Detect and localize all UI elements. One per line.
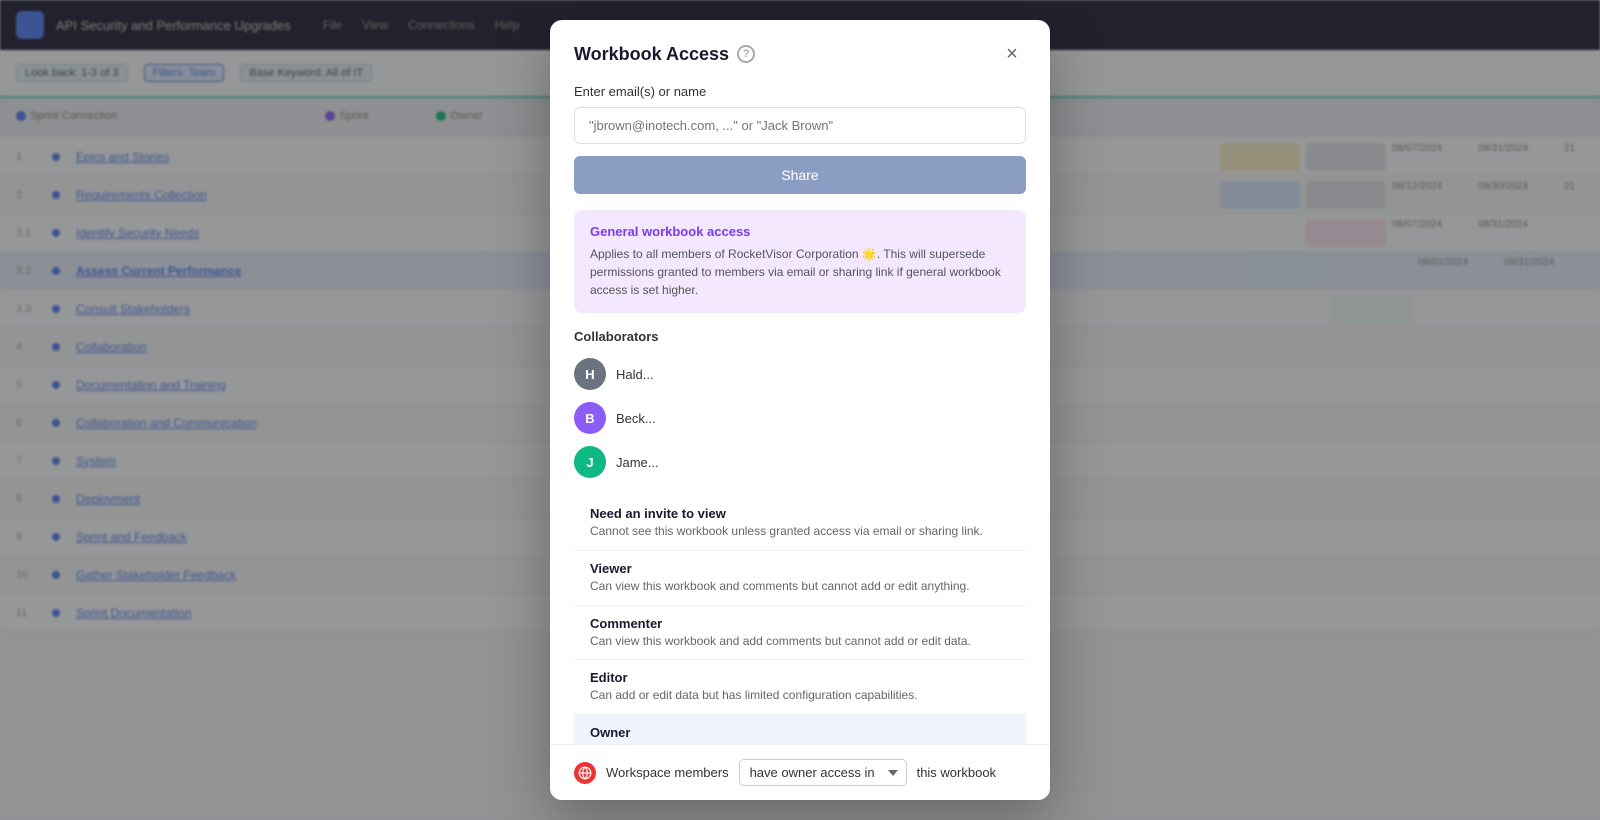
help-icon[interactable]: ?: [737, 45, 755, 63]
access-option-owner[interactable]: Owner Full access to add or edit and man…: [574, 715, 1026, 744]
access-options-list: Need an invite to view Cannot see this w…: [574, 496, 1026, 744]
general-access-description: Applies to all members of RocketVisor Co…: [590, 245, 1010, 299]
share-button[interactable]: Share: [574, 156, 1026, 194]
workspace-access-select[interactable]: have owner access in have editor access …: [739, 759, 907, 786]
collaborator-avatar: J: [574, 446, 606, 478]
access-option-desc: Cannot see this workbook unless granted …: [590, 523, 1010, 540]
collaborator-name: Jame...: [616, 455, 1026, 470]
collaborator-item: J Jame...: [574, 440, 1026, 484]
collaborators-label: Collaborators: [574, 329, 1026, 344]
access-option-invite[interactable]: Need an invite to view Cannot see this w…: [574, 496, 1026, 551]
workbook-access-modal: Workbook Access ? × Enter email(s) or na…: [550, 20, 1050, 800]
access-option-name: Need an invite to view: [590, 506, 1010, 521]
general-access-title: General workbook access: [590, 224, 1010, 239]
access-option-desc: Can add or edit data but has limited con…: [590, 687, 1010, 704]
general-access-box: General workbook access Applies to all m…: [574, 210, 1026, 313]
collaborator-item: H Hald...: [574, 352, 1026, 396]
modal-footer: Workspace members have owner access in h…: [550, 744, 1050, 800]
access-option-name: Commenter: [590, 616, 1010, 631]
access-option-name: Editor: [590, 670, 1010, 685]
access-option-viewer[interactable]: Viewer Can view this workbook and commen…: [574, 551, 1026, 606]
collaborator-name: Hald...: [616, 367, 1026, 382]
collaborator-name: Beck...: [616, 411, 1026, 426]
modal-overlay[interactable]: Workbook Access ? × Enter email(s) or na…: [0, 0, 1600, 820]
close-button[interactable]: ×: [998, 40, 1026, 68]
access-option-commenter[interactable]: Commenter Can view this workbook and add…: [574, 606, 1026, 661]
globe-icon: [574, 762, 596, 784]
collaborator-item: B Beck...: [574, 396, 1026, 440]
access-option-desc: Can view this workbook and comments but …: [590, 578, 1010, 595]
this-workbook-label: this workbook: [917, 765, 996, 780]
access-option-desc: Can view this workbook and add comments …: [590, 633, 1010, 650]
access-option-name: Owner: [590, 725, 1010, 740]
modal-body: Enter email(s) or name Share General wor…: [550, 84, 1050, 744]
workspace-members-label: Workspace members: [606, 765, 729, 780]
modal-header: Workbook Access ? ×: [550, 20, 1050, 84]
collaborator-avatar: B: [574, 402, 606, 434]
access-option-editor[interactable]: Editor Can add or edit data but has limi…: [574, 660, 1026, 715]
collaborator-avatar: H: [574, 358, 606, 390]
email-input[interactable]: [574, 107, 1026, 144]
collaborators-section: Collaborators H Hald... B Beck... J Jame…: [574, 329, 1026, 484]
modal-title: Workbook Access ?: [574, 44, 755, 65]
access-option-name: Viewer: [590, 561, 1010, 576]
email-label: Enter email(s) or name: [574, 84, 1026, 99]
